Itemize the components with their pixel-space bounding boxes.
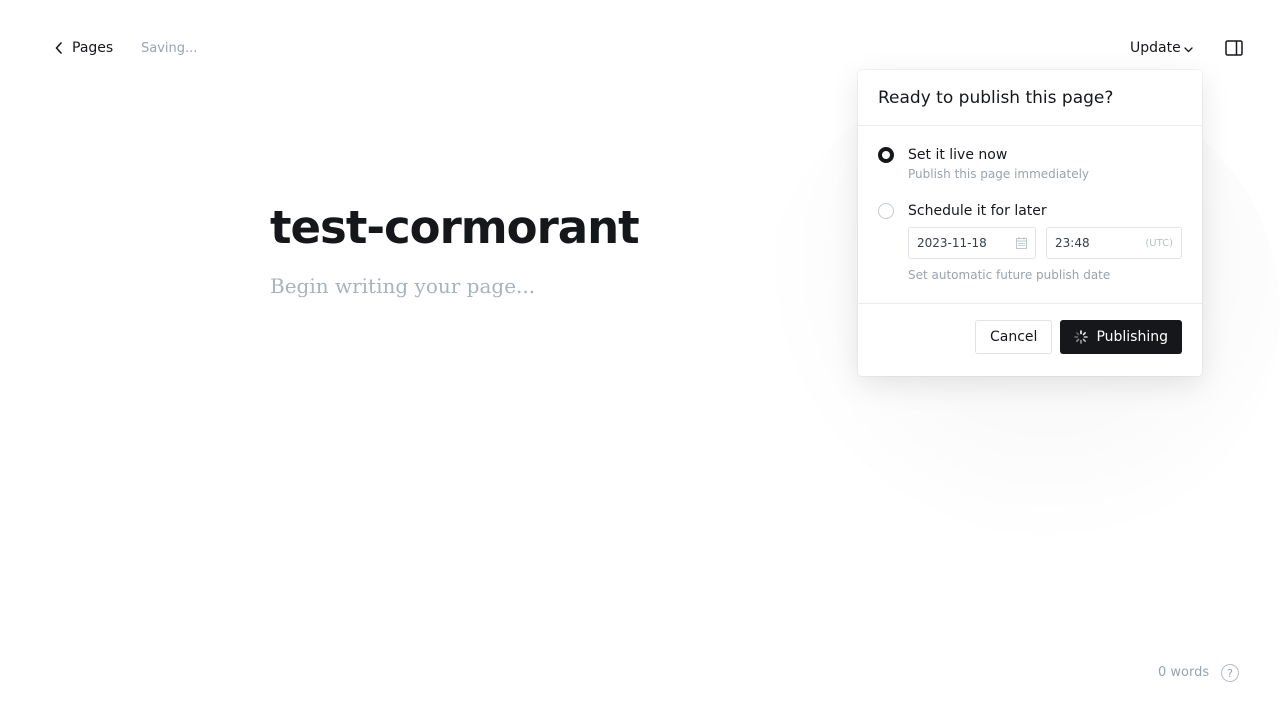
chevron-left-icon xyxy=(55,42,62,54)
chevron-down-icon xyxy=(1184,46,1193,52)
help-icon[interactable]: ? xyxy=(1221,664,1239,682)
cancel-button[interactable]: Cancel xyxy=(975,320,1053,354)
save-status: Saving... xyxy=(141,41,198,56)
timezone-label: (UTC) xyxy=(1145,237,1173,249)
publish-menu-footer: Cancel Publishing xyxy=(858,304,1202,370)
word-count: 0 words xyxy=(1158,665,1210,680)
schedule-later-radio[interactable] xyxy=(878,203,894,219)
schedule-datetime-row: 2023-11-18 23:48 (UTC) xyxy=(908,227,1182,259)
page-title[interactable]: test-cormorant xyxy=(270,196,830,260)
publish-options: Set it live now Publish this page immedi… xyxy=(858,126,1202,304)
publish-now-radio[interactable] xyxy=(878,147,894,163)
help-glyph: ? xyxy=(1227,666,1233,680)
publish-button[interactable]: Publishing xyxy=(1060,320,1182,354)
publish-menu: Ready to publish this page? Set it live … xyxy=(858,70,1202,376)
time-value: 23:48 xyxy=(1055,236,1090,250)
publish-menu-heading: Ready to publish this page? xyxy=(858,70,1202,126)
back-to-pages-link[interactable]: Pages xyxy=(55,40,113,56)
option-title: Schedule it for later xyxy=(908,203,1047,219)
editor-area: test-cormorant Begin writing your page..… xyxy=(270,196,830,298)
option-description: Set automatic future publish date xyxy=(908,268,1111,282)
spinner-icon xyxy=(1074,330,1089,344)
update-button[interactable]: Update xyxy=(1130,40,1193,56)
page-body-placeholder[interactable]: Begin writing your page... xyxy=(270,274,830,298)
option-description: Publish this page immediately xyxy=(908,167,1090,181)
date-value: 2023-11-18 xyxy=(917,236,987,250)
publish-button-label: Publishing xyxy=(1096,329,1168,345)
update-button-label: Update xyxy=(1130,40,1181,56)
option-schedule-later[interactable]: Schedule it for later 2023-11-18 23:48 (… xyxy=(878,202,1182,282)
back-link-label: Pages xyxy=(72,40,114,56)
option-publish-now[interactable]: Set it live now Publish this page immedi… xyxy=(878,146,1182,182)
schedule-date-input[interactable]: 2023-11-18 xyxy=(908,227,1036,259)
sidebar-toggle-icon[interactable] xyxy=(1225,40,1243,56)
option-title: Set it live now xyxy=(908,147,1008,163)
calendar-icon xyxy=(1016,237,1027,249)
schedule-time-input[interactable]: 23:48 (UTC) xyxy=(1046,227,1182,259)
